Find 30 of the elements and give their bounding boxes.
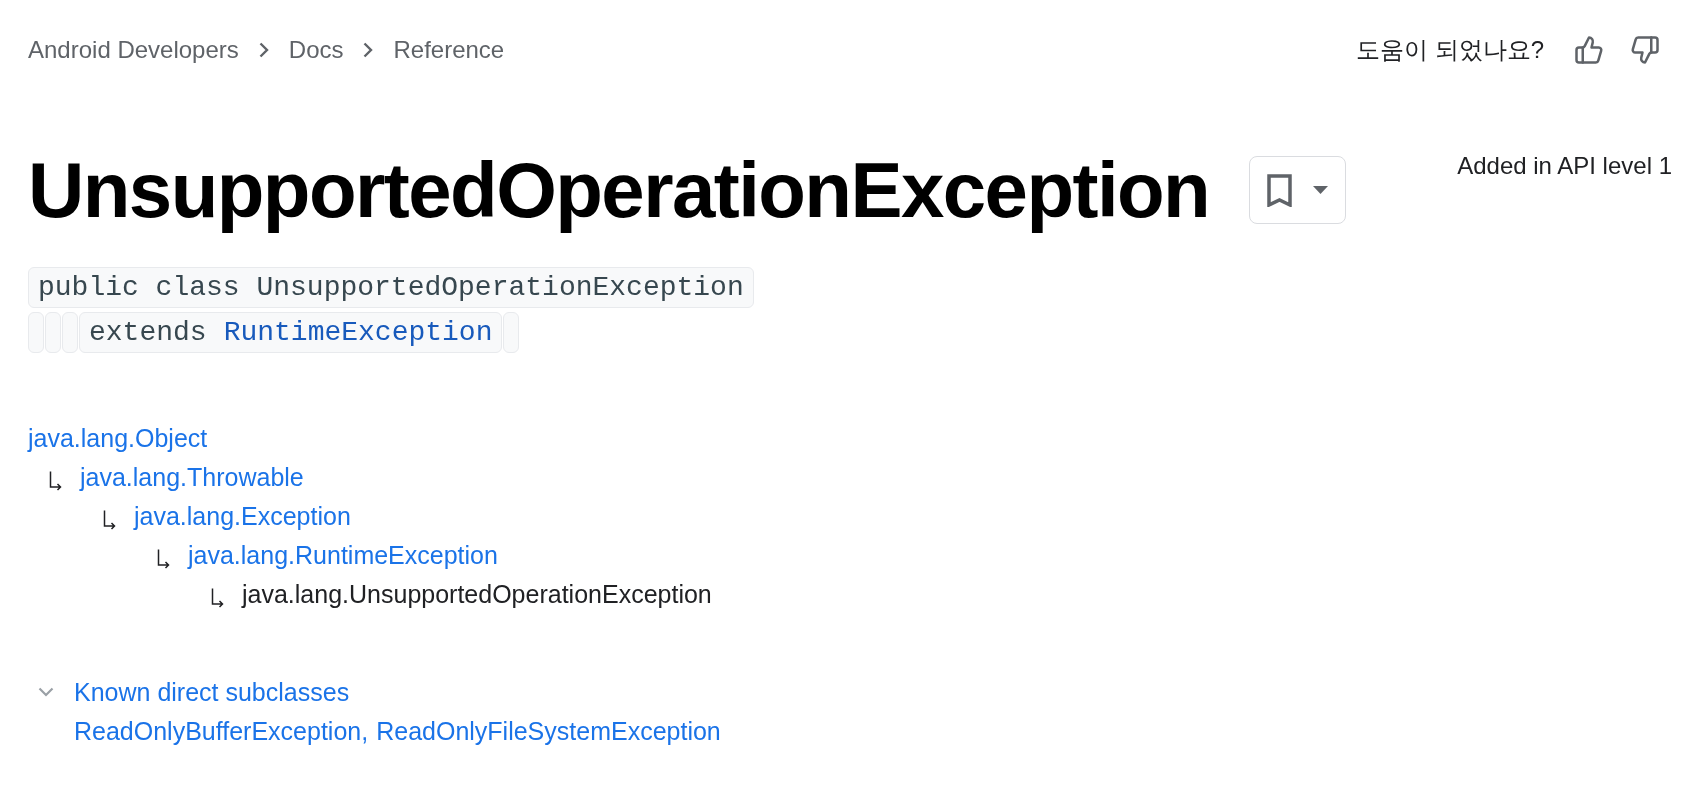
code-text: public class UnsupportedOperationException [38,270,744,305]
thumbs-up-icon [1574,35,1604,65]
class-name: java.lang.UnsupportedOperationException [242,578,712,609]
subclass-link[interactable]: ReadOnlyBufferException, [74,715,369,746]
subclass-link[interactable]: ReadOnlyFileSystemException [376,715,721,746]
chevron-down-icon[interactable] [38,686,54,697]
api-level-label: Added in API level 1 [1457,152,1672,180]
chevron-right-icon [258,42,269,58]
code-link[interactable]: RuntimeException [223,315,493,350]
breadcrumb-link[interactable]: Docs [288,35,344,65]
breadcrumb-link[interactable]: Android Developers [28,35,239,65]
bookmark-icon [1267,173,1293,207]
feedback-prompt: 도움이 되었나요? [1356,35,1544,65]
caret-down-icon [1313,186,1329,194]
turn-arrow-icon [49,470,62,491]
thumbs-down-icon [1630,35,1660,65]
turn-arrow-icon [103,509,116,530]
like-button[interactable] [1574,35,1604,65]
class-link[interactable]: java.lang.Exception [134,500,351,531]
chevron-right-icon [363,42,374,58]
dislike-button[interactable] [1630,35,1660,65]
code-text: extends [89,315,207,350]
class-link[interactable]: java.lang.RuntimeException [188,539,498,570]
subclasses-toggle[interactable]: Known direct subclasses [74,676,350,707]
turn-arrow-icon [157,548,170,569]
class-link[interactable]: java.lang.Object [28,422,208,453]
bookmark-button[interactable] [1249,156,1347,224]
turn-arrow-icon [211,587,224,608]
class-link[interactable]: java.lang.Throwable [80,461,304,492]
breadcrumb-link[interactable]: Reference [393,35,505,65]
